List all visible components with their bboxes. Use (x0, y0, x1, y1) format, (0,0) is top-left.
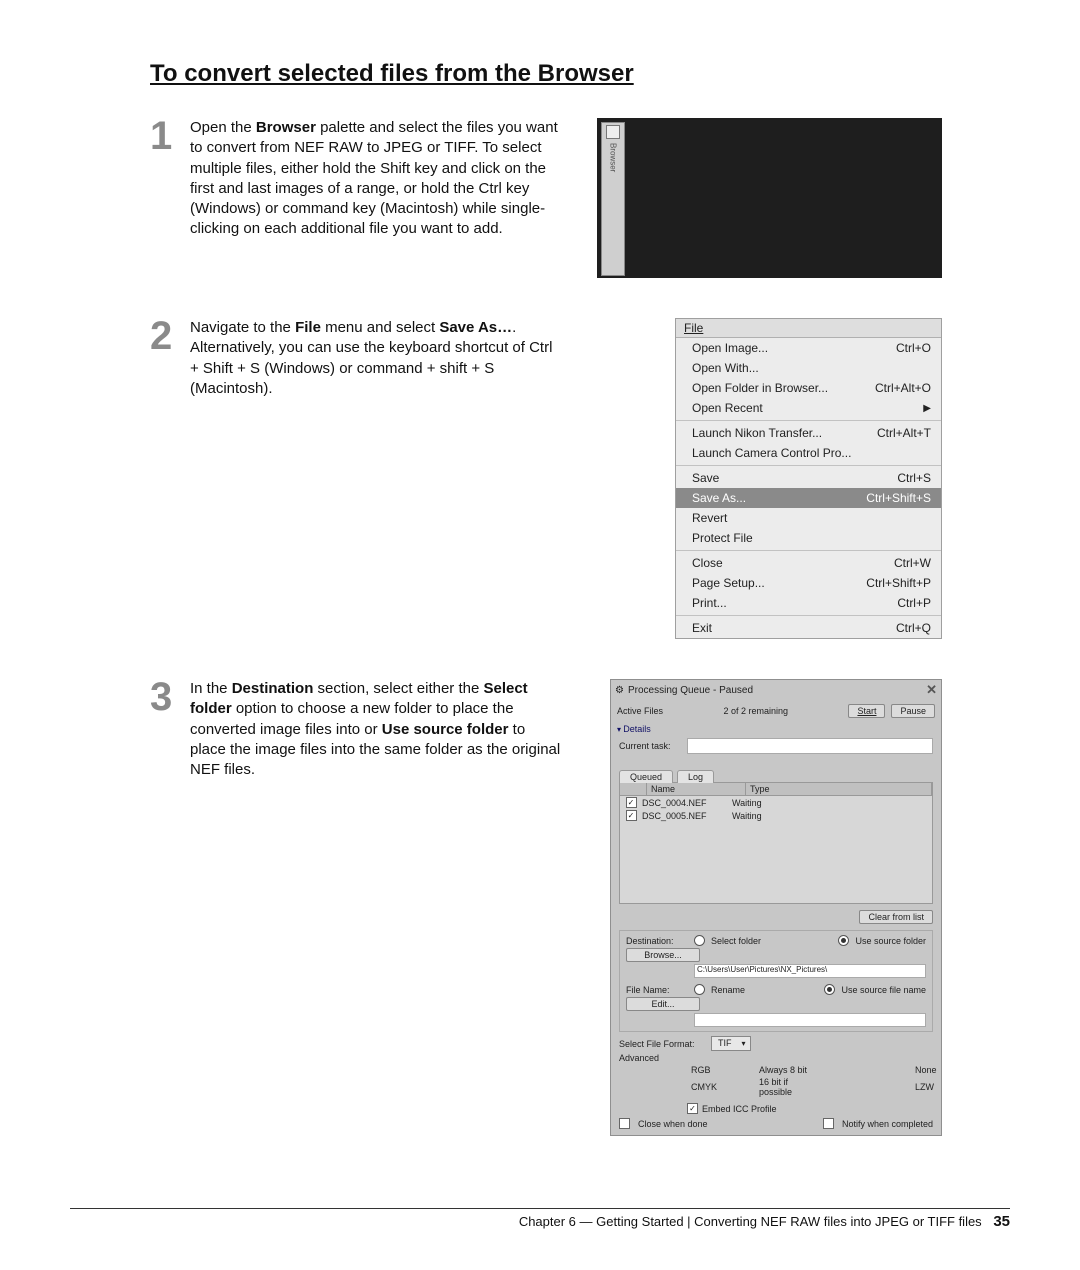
row-filename: DSC_0004.NEF (642, 798, 728, 808)
close-icon[interactable]: ✕ (926, 682, 937, 698)
file-menu-items: Open Image...Ctrl+OOpen With...Open Fold… (676, 338, 941, 638)
col-type: Type (746, 783, 932, 795)
menu-item[interactable]: Open Recent▶ (676, 398, 941, 418)
none-label: None (915, 1065, 937, 1075)
menu-item[interactable]: Page Setup...Ctrl+Shift+P (676, 573, 941, 593)
rename-radio[interactable] (694, 984, 705, 995)
browser-tab-label: Browser (609, 143, 618, 172)
gear-icon: ⚙ (615, 685, 624, 696)
menu-item[interactable]: Open Folder in Browser...Ctrl+Alt+O (676, 378, 941, 398)
browser-palette-screenshot: Browser (597, 118, 942, 278)
row-checkbox[interactable]: ✓ (626, 797, 637, 808)
path-field[interactable]: C:\Users\User\Pictures\NX_Pictures\ (694, 964, 926, 978)
embed-icc-label: Embed ICC Profile (702, 1104, 777, 1114)
step-2-text: Navigate to the File menu and select Sav… (190, 318, 565, 399)
menu-item[interactable]: SaveCtrl+S (676, 468, 941, 488)
destination-section: Destination: Select folder Use source fo… (619, 930, 933, 1032)
list-item[interactable]: ✓ DSC_0005.NEF Waiting (620, 809, 932, 822)
start-button[interactable]: Start (848, 704, 885, 718)
step-2-number: 2 (150, 318, 178, 354)
active-files-label: Active Files (617, 706, 663, 716)
page-heading: To convert selected files from the Brows… (150, 60, 1010, 88)
file-menu-title[interactable]: File (676, 319, 941, 338)
menu-item[interactable]: Save As...Ctrl+Shift+S (676, 488, 941, 508)
embed-icc-check[interactable]: ✓ (687, 1103, 698, 1114)
row-checkbox[interactable]: ✓ (626, 810, 637, 821)
step-1-number: 1 (150, 118, 178, 154)
tab-queued[interactable]: Queued (619, 770, 673, 783)
filename-field[interactable] (694, 1013, 926, 1027)
list-item[interactable]: ✓ DSC_0004.NEF Waiting (620, 796, 932, 809)
advanced-label[interactable]: Advanced (619, 1053, 933, 1063)
16bit-label: 16 bit if possible (759, 1077, 815, 1097)
use-source-name-radio[interactable] (824, 984, 835, 995)
file-format-select[interactable]: TIF (711, 1036, 751, 1051)
lzw-label: LZW (915, 1082, 934, 1092)
browser-tabbar: Browser (601, 122, 625, 276)
use-source-folder-radio[interactable] (838, 935, 849, 946)
step-3: 3 In the Destination section, select eit… (150, 679, 1010, 1136)
browse-button[interactable]: Browse... (626, 948, 700, 962)
8bit-label: Always 8 bit (759, 1065, 807, 1075)
page-number: 35 (993, 1213, 1010, 1230)
row-status: Waiting (732, 811, 762, 821)
notify-check[interactable] (823, 1118, 834, 1129)
current-task-field (687, 738, 933, 754)
footer-breadcrumb: Chapter 6 — Getting Started | Converting… (519, 1214, 982, 1229)
remaining-label: 2 of 2 remaining (669, 706, 842, 716)
menu-item[interactable]: Launch Nikon Transfer...Ctrl+Alt+T (676, 423, 941, 443)
menu-item[interactable]: Print...Ctrl+P (676, 593, 941, 613)
select-folder-label: Select folder (711, 936, 761, 946)
use-source-folder-label: Use source folder (855, 936, 926, 946)
menu-item[interactable]: Open Image...Ctrl+O (676, 338, 941, 358)
file-format-label: Select File Format: (619, 1039, 705, 1049)
col-name: Name (647, 783, 746, 795)
step-3-number: 3 (150, 679, 178, 715)
notify-label: Notify when completed (842, 1119, 933, 1129)
details-toggle[interactable]: Details (611, 722, 941, 736)
rename-label: Rename (711, 985, 745, 995)
browser-tab-icon (606, 125, 620, 139)
step-1: 1 Open the Browser palette and select th… (150, 118, 1010, 278)
close-when-done-label: Close when done (638, 1119, 708, 1129)
menu-item[interactable]: Protect File (676, 528, 941, 548)
destination-label: Destination: (626, 936, 688, 946)
queue-list: Name Type ✓ DSC_0004.NEF Waiting ✓ DSC_0… (619, 782, 933, 904)
use-source-name-label: Use source file name (841, 985, 926, 995)
step-3-text: In the Destination section, select eithe… (190, 679, 565, 780)
cmyk-label: CMYK (691, 1082, 717, 1092)
menu-item[interactable]: Revert (676, 508, 941, 528)
page-footer: Chapter 6 — Getting Started | Converting… (70, 1208, 1010, 1230)
tab-log[interactable]: Log (677, 770, 714, 783)
step-2: 2 Navigate to the File menu and select S… (150, 318, 1010, 639)
rgb-label: RGB (691, 1065, 711, 1075)
menu-item[interactable]: ExitCtrl+Q (676, 618, 941, 638)
current-task-label: Current task: (619, 741, 679, 751)
clear-from-list-button[interactable]: Clear from list (859, 910, 933, 924)
select-folder-radio[interactable] (694, 935, 705, 946)
processing-queue-dialog: ⚙ Processing Queue - Paused ✕ Active File… (610, 679, 942, 1136)
close-when-done-check[interactable] (619, 1118, 630, 1129)
menu-item[interactable]: Launch Camera Control Pro... (676, 443, 941, 463)
menu-item[interactable]: Open With... (676, 358, 941, 378)
step-1-text: Open the Browser palette and select the … (190, 118, 565, 240)
row-filename: DSC_0005.NEF (642, 811, 728, 821)
row-status: Waiting (732, 798, 762, 808)
pause-button[interactable]: Pause (891, 704, 935, 718)
file-name-label: File Name: (626, 985, 688, 995)
edit-button[interactable]: Edit... (626, 997, 700, 1011)
pq-title: Processing Queue - Paused (628, 685, 753, 696)
menu-item[interactable]: CloseCtrl+W (676, 553, 941, 573)
file-menu: File Open Image...Ctrl+OOpen With...Open… (675, 318, 942, 639)
